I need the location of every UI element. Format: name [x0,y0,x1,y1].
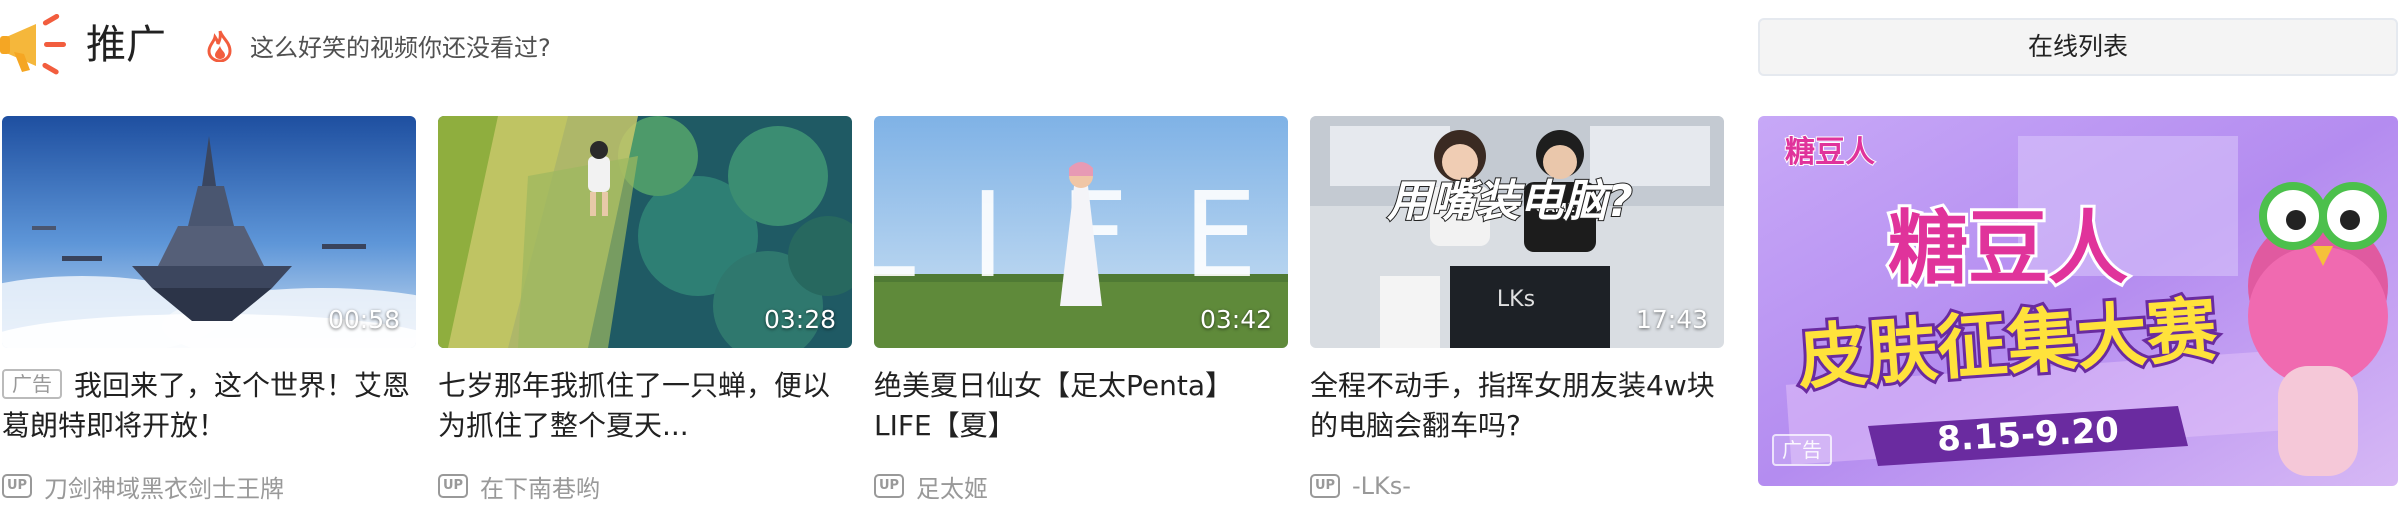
uploader[interactable]: UP -LKs- [1310,468,1411,504]
thumb-caption-text: 用嘴装电脑? [1386,176,1633,227]
megaphone-icon [0,14,66,75]
video-thumbnail[interactable]: 03:28 [438,116,852,348]
video-duration: 17:43 [1635,305,1708,334]
video-duration: 03:42 [1199,305,1272,334]
video-card[interactable]: 03:28 七岁那年我抓住了一只蝉，便以为抓住了整个夏天... UP 在下南巷哟 [438,116,852,520]
video-thumbnail[interactable]: LIFE 03:42 [874,116,1288,348]
up-icon: UP [874,474,904,498]
uploader[interactable]: UP 足太姬 [874,468,988,504]
video-title[interactable]: 绝美夏日仙女【足太Penta】LIFE【夏】 [874,366,1284,446]
uploader-name[interactable]: 足太姬 [916,469,988,504]
online-list-button[interactable]: 在线列表 [1758,18,2398,76]
promo-header: 推广 这么好笑的视频你还没看过? [0,0,1720,100]
video-card[interactable]: LIFE 03:42 绝美夏日仙女【足太Penta】LIFE【夏】 UP 足太姬 [874,116,1288,520]
video-duration: 03:28 [763,305,836,334]
banner-logo-text: 糖豆人 [1785,135,1875,170]
uploader-name[interactable]: 在下南巷哟 [480,469,600,504]
up-icon: UP [438,474,468,498]
section-title: 推广 [86,22,166,68]
video-title[interactable]: 全程不动手，指挥女朋友装4w块的电脑会翻车吗? [1310,366,1720,446]
video-thumbnail[interactable]: 00:58 [2,116,416,348]
uploader[interactable]: UP 在下南巷哟 [438,468,600,504]
ad-badge: 广告 [1772,434,1832,466]
ad-badge: 广告 [2,369,62,399]
banner-headline-1: 糖豆人 [1888,202,2128,295]
video-card[interactable]: 00:58 广告 我回来了，这个世界！艾恩葛朗特即将开放！ UP 刀剑神域黑衣剑士… [2,116,416,520]
ad-banner[interactable]: 糖豆人 糖豆人 皮肤征集大赛 8.15-9.20 广告 [1758,116,2398,486]
uploader[interactable]: UP 刀剑神域黑衣剑士王牌 [2,468,284,504]
hot-tagline-link[interactable]: 这么好笑的视频你还没看过? [250,32,551,64]
video-title[interactable]: 七岁那年我抓住了一只蝉，便以为抓住了整个夏天... [438,366,848,446]
up-icon: UP [2,474,32,498]
video-thumbnail[interactable]: GAMER LKs 用嘴装电脑? 17:43 [1310,116,1724,348]
uploader-name[interactable]: -LKs- [1352,472,1411,500]
video-title[interactable]: 广告 我回来了，这个世界！艾恩葛朗特即将开放！ [2,366,412,446]
fire-icon [207,30,232,62]
up-icon: UP [1310,474,1340,498]
video-card[interactable]: GAMER LKs 用嘴装电脑? 17:43 全程不动手，指挥女朋友装4w块的电… [1310,116,1724,520]
uploader-name[interactable]: 刀剑神域黑衣剑士王牌 [44,469,284,504]
video-duration: 00:58 [327,305,400,334]
thumb-brand-text: LKs [1497,287,1535,312]
video-title-text[interactable]: 我回来了，这个世界！艾恩葛朗特即将开放！ [2,369,410,442]
